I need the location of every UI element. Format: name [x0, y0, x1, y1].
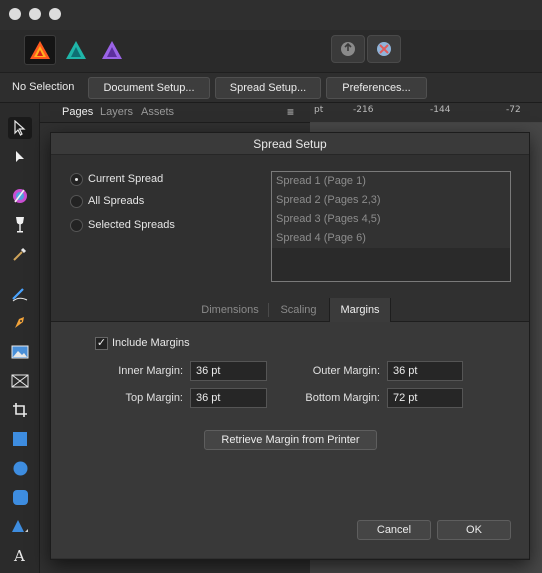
eyedropper-icon	[13, 247, 27, 261]
color-picker-tool[interactable]	[8, 185, 32, 207]
pencil-tool[interactable]	[8, 283, 32, 305]
text-icon: A	[13, 547, 25, 563]
selected-spreads-radio[interactable]	[70, 219, 83, 232]
envelope-icon	[11, 374, 29, 388]
ruler-tick-label: -144	[430, 105, 451, 115]
text-tool[interactable]: A	[8, 544, 32, 566]
photo-persona-button[interactable]	[96, 35, 128, 65]
crop-icon	[13, 403, 27, 417]
triangle-icon	[12, 519, 28, 532]
tab-dimensions[interactable]: Dimensions	[193, 298, 267, 322]
publisher-persona-button[interactable]	[24, 35, 56, 65]
svg-text:A: A	[13, 547, 25, 563]
tab-scaling[interactable]: Scaling	[269, 298, 328, 322]
transparency-tool[interactable]	[8, 214, 32, 236]
tab-assets[interactable]: Assets	[141, 106, 174, 118]
move-tool[interactable]	[8, 117, 32, 139]
horizontal-ruler: pt -216 -144 -72	[310, 103, 542, 123]
all-spreads-radio[interactable]	[70, 195, 83, 208]
photo-persona-icon	[102, 41, 122, 59]
spread-list: Spread 1 (Page 1) Spread 2 (Pages 2,3) S…	[271, 171, 511, 282]
all-spreads-label: All Spreads	[88, 195, 145, 207]
panel-menu-icon[interactable]: ≡	[287, 105, 294, 119]
top-margin-label: Top Margin:	[125, 392, 183, 404]
pen-nib-icon	[15, 317, 24, 328]
zoom-window-button[interactable]	[49, 8, 61, 20]
node-tool[interactable]	[8, 146, 32, 168]
close-window-button[interactable]	[9, 8, 21, 20]
node-pointer-icon	[16, 151, 24, 162]
pen-tool[interactable]	[8, 312, 32, 334]
selection-status: No Selection	[12, 81, 75, 93]
color-wheel-icon	[13, 189, 27, 203]
designer-persona-button[interactable]	[60, 35, 92, 65]
spread-setup-button[interactable]: Spread Setup...	[215, 77, 321, 99]
assistant-button[interactable]	[367, 35, 401, 63]
cancel-button[interactable]: Cancel	[357, 520, 431, 540]
rectangle-tool[interactable]	[8, 428, 32, 450]
wine-glass-icon	[16, 217, 24, 233]
tab-layers[interactable]: Layers	[100, 106, 133, 118]
ok-button[interactable]: OK	[437, 520, 511, 540]
preferences-button[interactable]: Preferences...	[326, 77, 427, 99]
ellipse-tool[interactable]	[8, 457, 32, 479]
spread-setup-dialog: Spread Setup Current Spread All Spreads …	[50, 132, 530, 560]
spread-list-item[interactable]: Spread 1 (Page 1)	[272, 172, 510, 191]
current-spread-radio[interactable]	[70, 173, 83, 186]
rounded-rectangle-tool[interactable]	[8, 486, 32, 508]
panel-tab-bar: Pages Layers Assets ≡	[40, 103, 310, 123]
dialog-tab-bar: Dimensions Scaling Margins	[51, 298, 529, 322]
ruler-tick-label: -216	[353, 105, 374, 115]
window-titlebar	[0, 0, 542, 30]
image-icon	[11, 345, 29, 359]
triangle-tool[interactable]	[8, 515, 32, 537]
current-spread-label: Current Spread	[88, 173, 164, 185]
rounded-rectangle-icon	[12, 489, 28, 505]
dialog-title: Spread Setup	[51, 133, 529, 155]
spread-list-item[interactable]: Spread 3 (Pages 4,5)	[272, 210, 510, 229]
outer-margin-label: Outer Margin:	[312, 365, 380, 377]
bottom-margin-field[interactable]	[387, 388, 463, 408]
publisher-persona-icon	[30, 41, 50, 59]
ellipse-icon	[13, 461, 27, 475]
assistant-icon	[377, 42, 391, 56]
tab-pages[interactable]: Pages	[62, 106, 93, 118]
bottom-margin-label: Bottom Margin:	[305, 392, 380, 404]
spread-list-item[interactable]: Spread 2 (Pages 2,3)	[272, 191, 510, 210]
ruler-unit: pt	[314, 105, 324, 115]
tab-margins[interactable]: Margins	[329, 298, 391, 322]
designer-persona-icon	[66, 41, 86, 59]
document-setup-button[interactable]: Document Setup...	[88, 77, 210, 99]
pointer-icon	[14, 120, 26, 136]
share-button[interactable]	[331, 35, 365, 63]
share-icon	[341, 42, 355, 56]
inner-margin-field[interactable]	[190, 361, 267, 381]
persona-toolbar	[0, 30, 542, 73]
vector-crop-tool[interactable]	[8, 370, 32, 392]
outer-margin-field[interactable]	[387, 361, 463, 381]
top-margin-field[interactable]	[190, 388, 267, 408]
rectangle-icon	[13, 432, 27, 446]
retrieve-margin-button[interactable]: Retrieve Margin from Printer	[204, 430, 377, 450]
crop-tool[interactable]	[8, 399, 32, 421]
include-margins-checkbox[interactable]: ✓	[95, 337, 108, 350]
selected-spreads-label: Selected Spreads	[88, 219, 175, 231]
include-margins-label: Include Margins	[112, 337, 190, 349]
pencil-icon	[12, 288, 28, 302]
picture-frame-tool[interactable]	[8, 341, 32, 363]
minimize-window-button[interactable]	[29, 8, 41, 20]
ruler-tick-label: -72	[506, 105, 521, 115]
inner-margin-label: Inner Margin:	[118, 365, 183, 377]
tools-panel: A	[0, 103, 40, 573]
eyedropper-tool[interactable]	[8, 243, 32, 265]
margins-panel: ✓ Include Margins Inner Margin: Outer Ma…	[51, 322, 529, 558]
context-toolbar: No Selection Document Setup... Spread Se…	[0, 73, 542, 103]
spread-list-item[interactable]: Spread 4 (Page 6)	[272, 229, 510, 248]
